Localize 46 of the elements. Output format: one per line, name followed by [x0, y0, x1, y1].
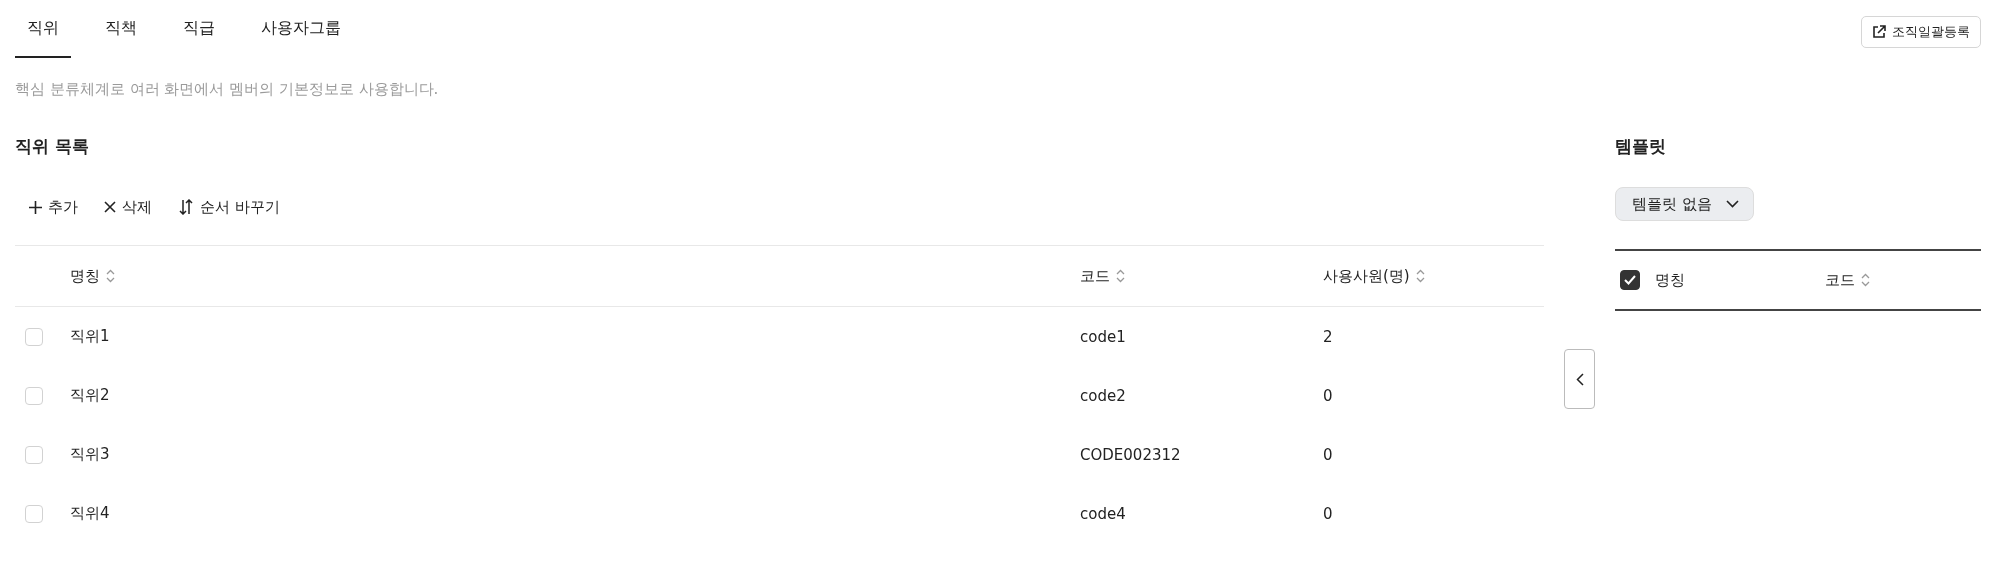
row-checkbox[interactable]: [25, 327, 43, 346]
chevron-down-icon: [1725, 200, 1739, 208]
row-checkbox[interactable]: [25, 445, 43, 464]
tab[interactable]: 직급: [171, 0, 227, 58]
section-title: 템플릿: [1615, 135, 1668, 158]
tab[interactable]: 직위: [15, 0, 71, 58]
template-dropdown[interactable]: 템플릿 없음: [1615, 187, 1754, 221]
reorder-button[interactable]: 순서 바꾸기: [174, 197, 284, 217]
bulk-register-button[interactable]: 조직일괄등록: [1861, 16, 1981, 48]
sort-icon[interactable]: [1116, 269, 1125, 283]
column-header: 코드: [1080, 266, 1110, 286]
table-cell-text: 0: [1323, 445, 1334, 464]
sort-icon[interactable]: [1415, 269, 1425, 283]
delete-button[interactable]: 삭제: [100, 197, 156, 217]
sort-icon[interactable]: [1861, 273, 1871, 287]
table-cell-text: 0: [1323, 386, 1334, 405]
table-cell-text: code2: [1080, 386, 1127, 405]
sort-arrows-icon: [178, 199, 194, 215]
column-header: 사용사원(명): [1323, 266, 1410, 286]
add-button[interactable]: 추가: [25, 197, 82, 217]
table-cell-text: 2: [1323, 327, 1334, 346]
external-link-icon: [1872, 25, 1886, 39]
table-cell-text: 직위3: [70, 445, 111, 464]
row-checkbox[interactable]: [25, 386, 43, 405]
plus-icon: [29, 200, 42, 214]
table-cell-text: 직위1: [70, 327, 111, 346]
close-icon: [104, 201, 116, 213]
table-cell-text: code1: [1080, 327, 1127, 346]
column-header: 명칭: [1655, 270, 1686, 290]
table-cell-text: 직위2: [70, 386, 111, 405]
sort-icon[interactable]: [106, 269, 115, 283]
tab[interactable]: 사용자그룹: [249, 0, 353, 58]
description-text: 핵심 분류체계로 여러 화면에서 멤버의 기본정보로 사용합니다.: [15, 80, 440, 99]
header-checkbox[interactable]: [1620, 270, 1641, 290]
table-cell-text: CODE002312: [1080, 445, 1182, 464]
collapse-button[interactable]: [1564, 349, 1596, 409]
row-checkbox[interactable]: [25, 504, 43, 523]
column-header: 명칭: [70, 266, 100, 286]
table-cell-text: code4: [1080, 504, 1127, 523]
chevron-left-icon: [1575, 372, 1584, 386]
table-cell-text: 직위4: [70, 504, 111, 523]
table-cell-text: 0: [1323, 504, 1334, 523]
column-header: 코드: [1825, 270, 1856, 290]
tab[interactable]: 직책: [93, 0, 149, 58]
section-title: 직위 목록: [15, 135, 90, 158]
check-icon: [1624, 275, 1637, 285]
